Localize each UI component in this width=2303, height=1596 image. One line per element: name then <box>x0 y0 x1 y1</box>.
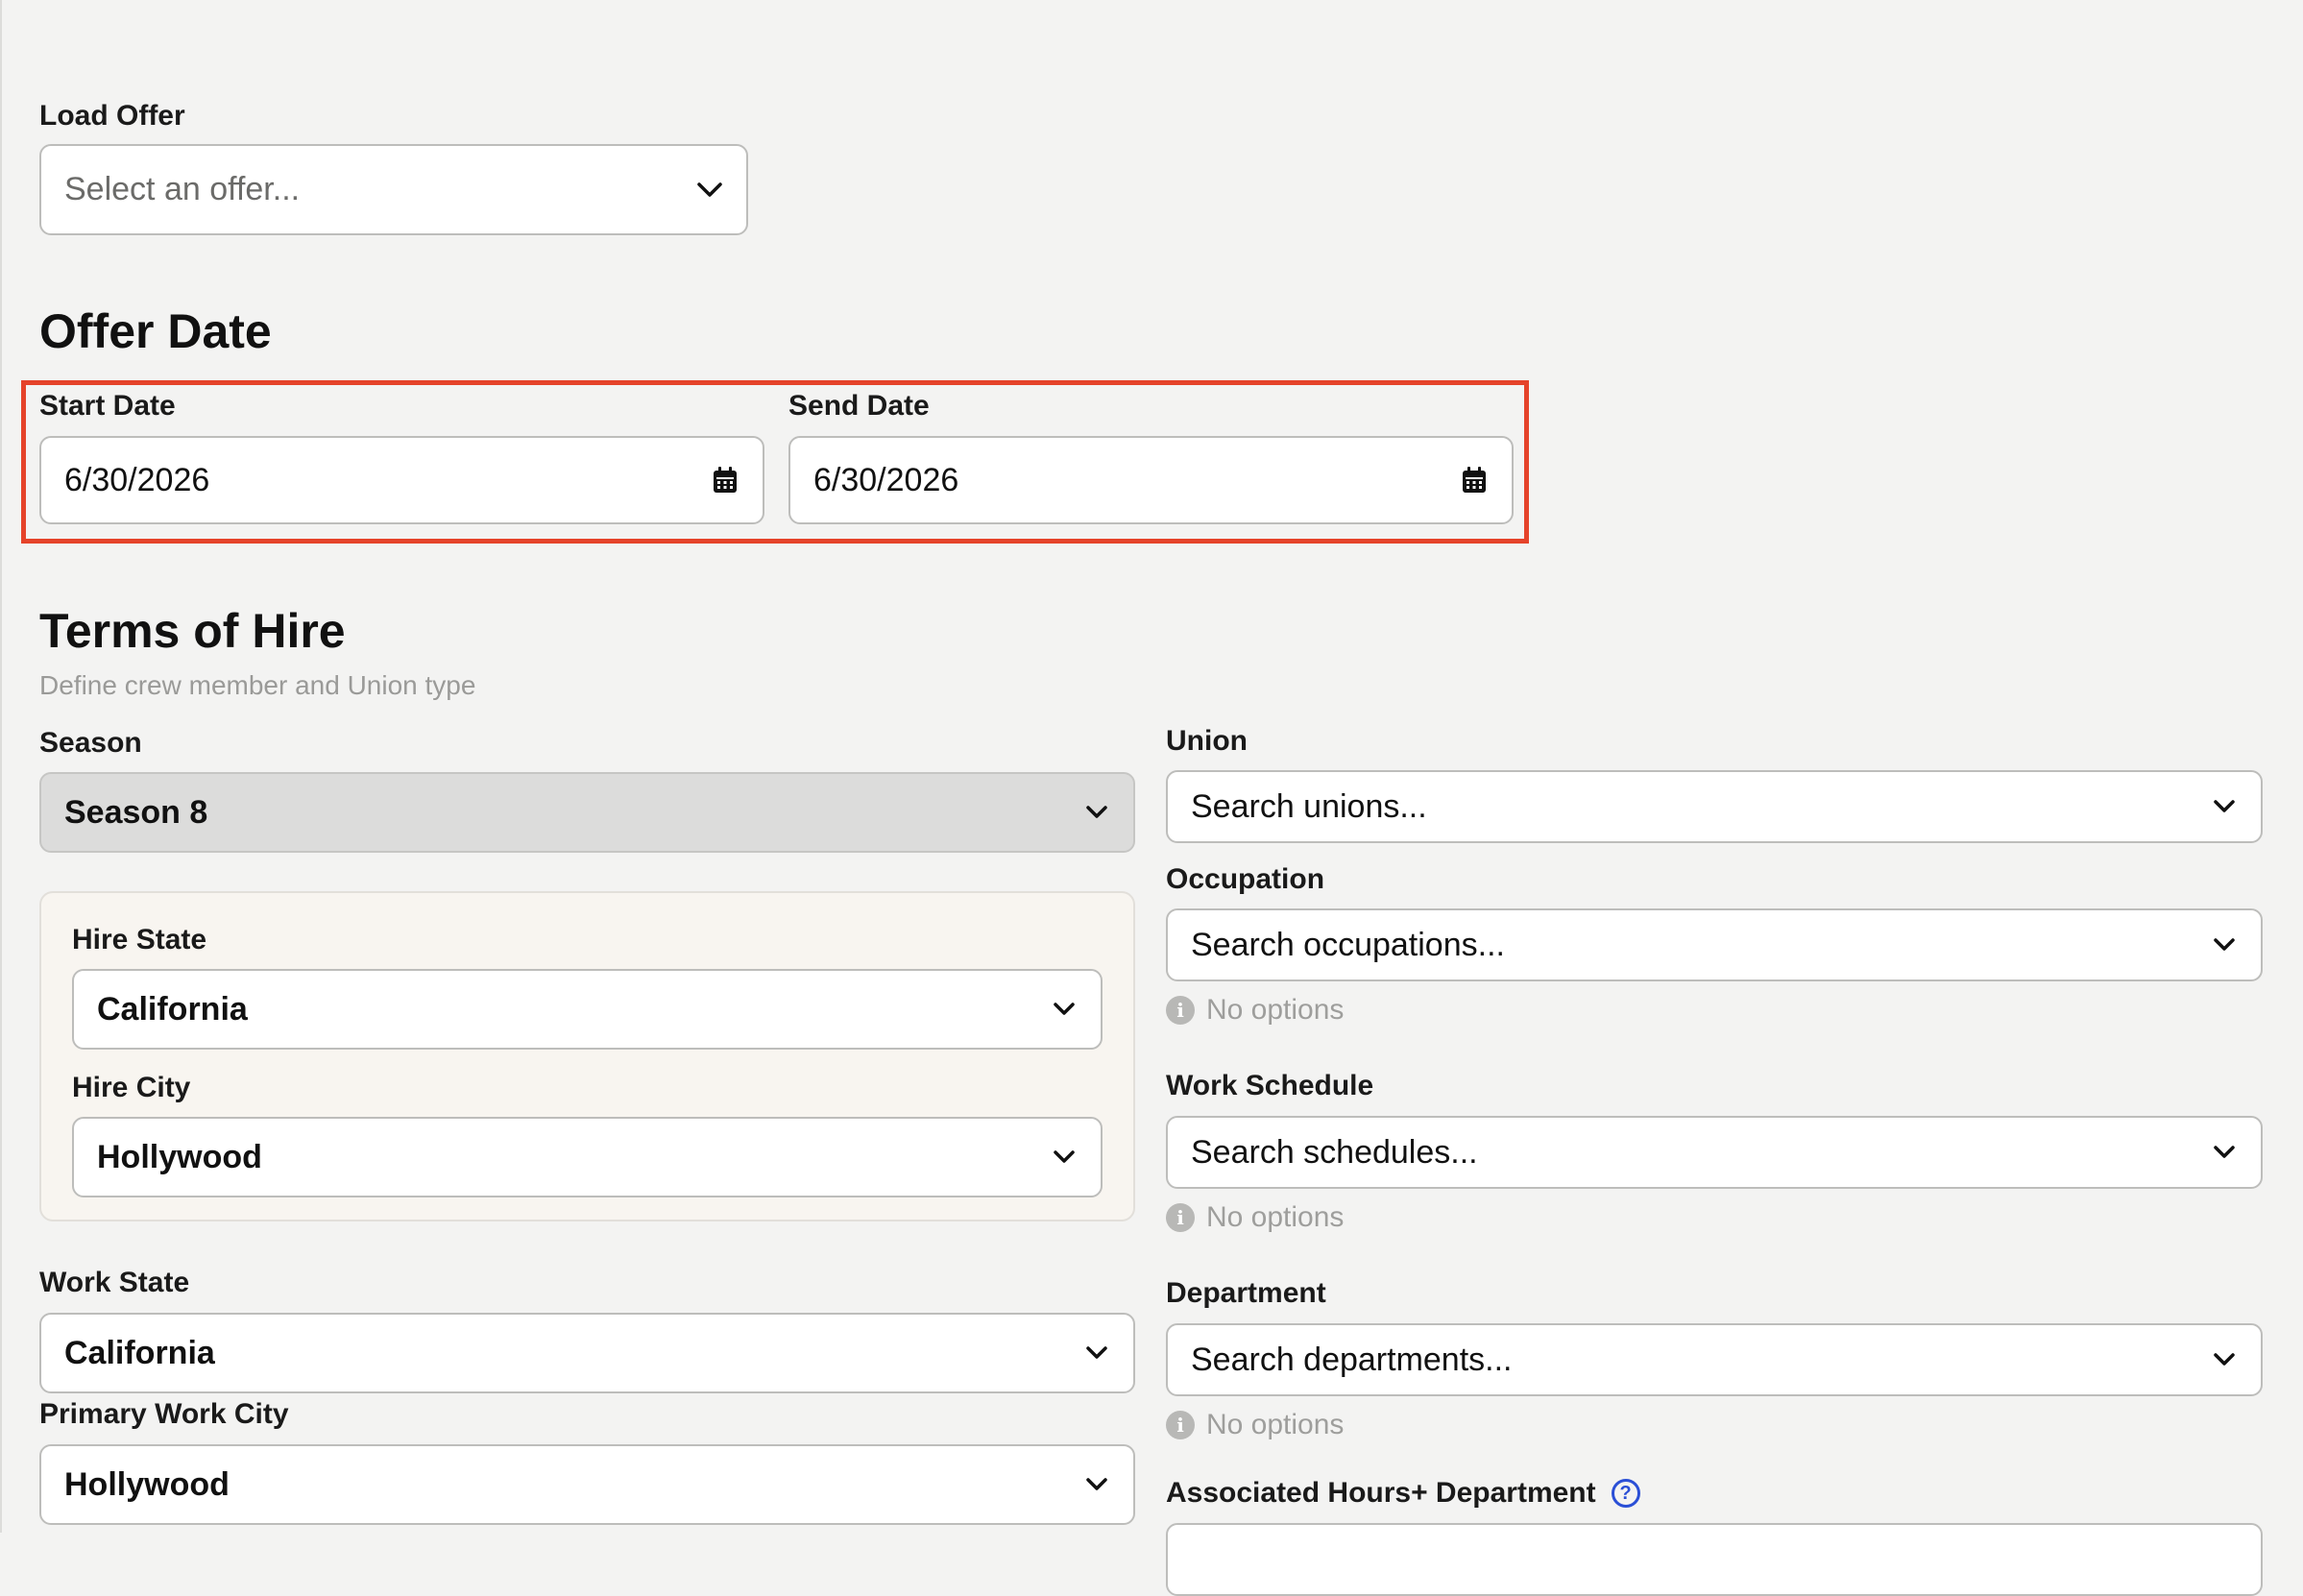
hire-city-label: Hire City <box>72 1072 191 1103</box>
primary-work-city-label: Primary Work City <box>39 1398 289 1430</box>
occupation-label: Occupation <box>1166 863 1325 895</box>
left-divider <box>0 0 2 1533</box>
work-state-select[interactable]: California <box>39 1313 1135 1393</box>
load-offer-select[interactable]: Select an offer... <box>39 144 748 235</box>
hire-city-select[interactable]: Hollywood <box>72 1117 1103 1197</box>
union-select[interactable]: Search unions... <box>1166 770 2263 843</box>
send-date-label: Send Date <box>788 390 930 422</box>
chevron-down-icon <box>1083 1340 1110 1366</box>
season-select[interactable]: Season 8 <box>39 772 1135 853</box>
start-date-input[interactable]: 6/30/2026 <box>39 436 764 524</box>
occupation-no-options-note: i No options <box>1166 994 1344 1027</box>
primary-work-city-value: Hollywood <box>64 1465 230 1503</box>
chevron-down-icon <box>2211 1346 2238 1373</box>
department-placeholder: Search departments... <box>1191 1341 1513 1378</box>
work-schedule-select[interactable]: Search schedules... <box>1166 1116 2263 1189</box>
department-note-text: No options <box>1206 1409 1345 1440</box>
chevron-down-icon <box>1083 1471 1110 1498</box>
department-select[interactable]: Search departments... <box>1166 1323 2263 1396</box>
occupation-note-text: No options <box>1206 994 1345 1026</box>
department-label: Department <box>1166 1277 1326 1309</box>
chevron-down-icon <box>1083 799 1110 826</box>
occupation-placeholder: Search occupations... <box>1191 926 1505 963</box>
work-schedule-label: Work Schedule <box>1166 1070 1374 1101</box>
union-placeholder: Search unions... <box>1191 787 1427 825</box>
calendar-icon[interactable] <box>711 466 739 495</box>
chevron-down-icon <box>2211 793 2238 820</box>
occupation-select[interactable]: Search occupations... <box>1166 908 2263 981</box>
help-icon[interactable]: ? <box>1611 1479 1640 1508</box>
send-date-input[interactable]: 6/30/2026 <box>788 436 1514 524</box>
chevron-down-icon <box>1051 996 1078 1023</box>
offer-date-title: Offer Date <box>39 304 272 358</box>
hire-city-value: Hollywood <box>97 1138 262 1175</box>
start-date-label: Start Date <box>39 390 176 422</box>
season-label: Season <box>39 727 142 759</box>
associated-hours-label: Associated Hours+ Department <box>1166 1477 1596 1509</box>
calendar-icon[interactable] <box>1460 466 1489 495</box>
hire-state-label: Hire State <box>72 924 207 955</box>
department-no-options-note: i No options <box>1166 1409 1344 1441</box>
info-icon: i <box>1166 1203 1195 1232</box>
work-schedule-note-text: No options <box>1206 1201 1345 1233</box>
terms-of-hire-subtitle: Define crew member and Union type <box>39 670 476 700</box>
associated-hours-select[interactable] <box>1166 1523 2263 1596</box>
info-icon: i <box>1166 1411 1195 1439</box>
chevron-down-icon <box>2211 1139 2238 1166</box>
work-schedule-placeholder: Search schedules... <box>1191 1133 1478 1171</box>
load-offer-label: Load Offer <box>39 100 185 132</box>
chevron-down-icon <box>696 177 723 204</box>
load-offer-placeholder: Select an offer... <box>64 171 301 207</box>
start-date-value: 6/30/2026 <box>64 461 210 498</box>
union-label: Union <box>1166 725 1248 757</box>
chevron-down-icon <box>1051 1144 1078 1171</box>
work-schedule-no-options-note: i No options <box>1166 1201 1344 1234</box>
chevron-down-icon <box>2211 931 2238 958</box>
hire-state-select[interactable]: California <box>72 969 1103 1050</box>
hire-state-value: California <box>97 990 248 1028</box>
work-state-label: Work State <box>39 1267 190 1298</box>
work-state-value: California <box>64 1334 215 1371</box>
season-value: Season 8 <box>64 793 208 831</box>
terms-of-hire-title: Terms of Hire <box>39 604 346 658</box>
info-icon: i <box>1166 996 1195 1025</box>
associated-hours-label-row: Associated Hours+ Department ? <box>1166 1477 1640 1510</box>
primary-work-city-select[interactable]: Hollywood <box>39 1444 1135 1525</box>
send-date-value: 6/30/2026 <box>813 461 959 498</box>
